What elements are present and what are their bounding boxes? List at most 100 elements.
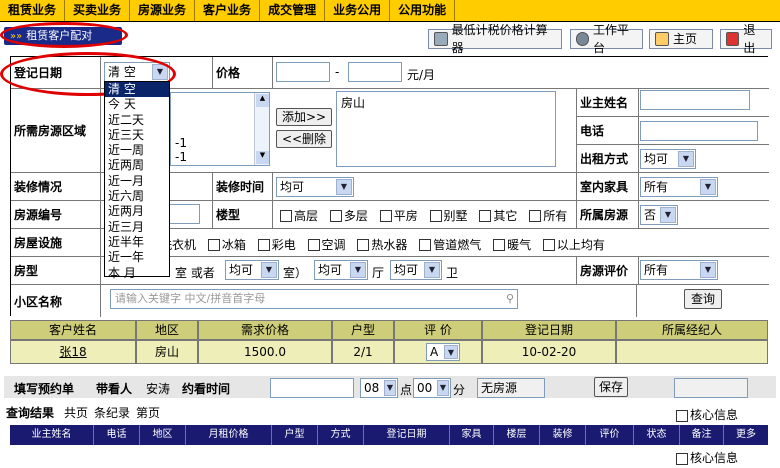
search-button[interactable]: 查询 <box>684 289 722 309</box>
chevron-down-icon: ▼ <box>152 64 168 80</box>
dcol-more: 更多 <box>724 425 768 445</box>
home-icon <box>655 32 669 46</box>
appt-time-label: 约看时间 <box>182 382 231 396</box>
checkbox-fridge[interactable] <box>207 238 220 251</box>
date-option[interactable]: 近三天 <box>105 128 169 143</box>
extra-field[interactable] <box>674 378 748 398</box>
rent-type-label: 出租方式 <box>577 145 639 173</box>
table-cell: 1500.0 <box>198 340 332 364</box>
date-option[interactable]: 近二天 <box>105 113 169 128</box>
price-max-input[interactable] <box>348 62 402 82</box>
date-option[interactable]: 今 天 <box>105 97 169 112</box>
own-source-select[interactable]: 否 ▼ <box>640 205 678 225</box>
add-area-button[interactable]: 添加>> <box>276 108 332 126</box>
reg-date-dropdown[interactable]: 清 空 今 天 近二天 近三天 近一周 近两周 近一月 近六周 近两月 近三月 … <box>104 81 170 280</box>
checkbox-villa[interactable] <box>429 209 442 222</box>
owner-name-input[interactable] <box>640 90 750 110</box>
nav-common[interactable]: 业务公用 <box>325 0 391 21</box>
layout-hall-select[interactable]: 均可 ▼ <box>314 260 368 280</box>
user-icon <box>576 32 589 46</box>
checkbox-tv[interactable] <box>257 238 270 251</box>
date-option[interactable]: 清 空 <box>105 82 169 98</box>
breadcrumb-label: 租赁客户配对 <box>26 29 93 42</box>
reg-date-select[interactable]: 清 空 ▼ <box>104 62 170 82</box>
date-option[interactable]: 近三月 <box>105 220 169 235</box>
hour-select[interactable]: 08 ▼ <box>360 378 398 398</box>
dcol-region: 地区 <box>140 425 186 445</box>
nav-functions[interactable]: 公用功能 <box>390 0 456 21</box>
checkbox-ac[interactable] <box>307 238 320 251</box>
home-button[interactable]: 主页 <box>649 29 713 49</box>
furniture-select[interactable]: 所有 ▼ <box>640 177 718 197</box>
date-option[interactable]: 近一周 <box>105 143 169 158</box>
date-option[interactable]: 近半年 <box>105 235 169 250</box>
layout-room-select[interactable]: 均可 ▼ <box>225 260 279 280</box>
price-unit: 元/月 <box>407 68 436 82</box>
checkbox-high-rise[interactable] <box>280 209 292 222</box>
date-option[interactable]: 近一年 <box>105 250 169 265</box>
checkbox-heating[interactable] <box>493 238 506 251</box>
checkbox-all-facilities[interactable] <box>542 238 555 251</box>
nav-rental[interactable]: 租赁业务 <box>0 0 66 21</box>
listing-status: 无房源 <box>477 378 545 398</box>
price-label: 价格 <box>213 57 273 89</box>
chevron-down-icon: ▼ <box>700 262 716 278</box>
date-option[interactable]: 本 月 <box>105 266 169 281</box>
layout-bath-select[interactable]: 均可 ▼ <box>390 260 442 280</box>
checkbox-other[interactable] <box>479 209 492 222</box>
nav-sales[interactable]: 买卖业务 <box>65 0 131 21</box>
customer-link[interactable]: 张18 <box>10 340 136 364</box>
layout-label: 房型 <box>11 257 101 285</box>
chevron-down-icon: ▼ <box>336 179 352 195</box>
price-min-input[interactable] <box>276 62 330 82</box>
chevron-down-icon: ▼ <box>437 380 449 396</box>
core-info-checkbox-bottom[interactable] <box>676 452 688 465</box>
nav-listings[interactable]: 房源业务 <box>130 0 196 21</box>
logout-button[interactable]: 退出 <box>720 23 772 55</box>
dcol-decor: 装修 <box>540 425 586 445</box>
community-input[interactable]: 请输入关键字 中文/拼音首字母 ⚲ <box>110 289 518 309</box>
appt-date-input[interactable] <box>270 378 354 398</box>
workbench-button[interactable]: 工作平台 <box>570 23 643 55</box>
save-button[interactable]: 保存 <box>594 377 628 397</box>
scroll-down-icon[interactable]: ▼ <box>256 151 269 164</box>
scrollbar[interactable]: ▲ ▼ <box>254 93 269 165</box>
date-option[interactable]: 近一月 <box>105 174 169 189</box>
nav-deals[interactable]: 成交管理 <box>260 0 326 21</box>
chevron-down-icon: ▼ <box>424 262 440 278</box>
dcol-floor: 楼层 <box>494 425 540 445</box>
dcol-notes: 备注 <box>680 425 724 445</box>
reservation-label: 填写预约单 <box>14 382 75 396</box>
date-option[interactable]: 近两月 <box>105 204 169 219</box>
date-option[interactable]: 近两周 <box>105 158 169 173</box>
core-info-checkbox[interactable] <box>676 409 688 422</box>
selected-area-listbox[interactable]: 房山 <box>336 91 556 167</box>
phone-input[interactable] <box>640 121 758 141</box>
checkbox-gas[interactable] <box>419 238 432 251</box>
chevron-down-icon: ▼ <box>678 151 694 167</box>
date-option[interactable]: 近六周 <box>105 189 169 204</box>
rent-type-select[interactable]: 均可 ▼ <box>640 149 696 169</box>
scroll-up-icon[interactable]: ▲ <box>256 94 269 107</box>
breadcrumb: »» 租赁客户配对 <box>4 27 122 45</box>
building-checkboxes: 高层 多层 平房 别墅 其它 所有 <box>280 207 575 224</box>
decor-time-label: 装修时间 <box>213 173 273 201</box>
decor-time-select[interactable]: 均可 ▼ <box>276 177 354 197</box>
core-info-toggle: 核心信息 <box>676 406 738 423</box>
checkbox-bungalow[interactable] <box>379 209 392 222</box>
dcol-furniture: 家具 <box>450 425 494 445</box>
nav-customers[interactable]: 客户业务 <box>195 0 261 21</box>
checkbox-water-heater[interactable] <box>357 238 370 251</box>
chevron-down-icon: ▼ <box>700 179 716 195</box>
checkbox-all[interactable] <box>529 209 542 222</box>
rating-row-select[interactable]: A ▼ <box>426 343 460 361</box>
rating-select[interactable]: 所有 ▼ <box>640 260 718 280</box>
area-listbox[interactable]: -1 -1 ▲ ▼ <box>170 92 270 166</box>
minute-select[interactable]: 00 ▼ <box>413 378 451 398</box>
dcol-date: 登记日期 <box>364 425 450 445</box>
tax-calc-button[interactable]: 最低计税价格计算器 <box>428 23 562 55</box>
chevron-down-icon: ▼ <box>660 207 676 223</box>
dcol-phone: 电话 <box>94 425 140 445</box>
remove-area-button[interactable]: <<删除 <box>276 130 332 148</box>
checkbox-multi-story[interactable] <box>329 209 342 222</box>
